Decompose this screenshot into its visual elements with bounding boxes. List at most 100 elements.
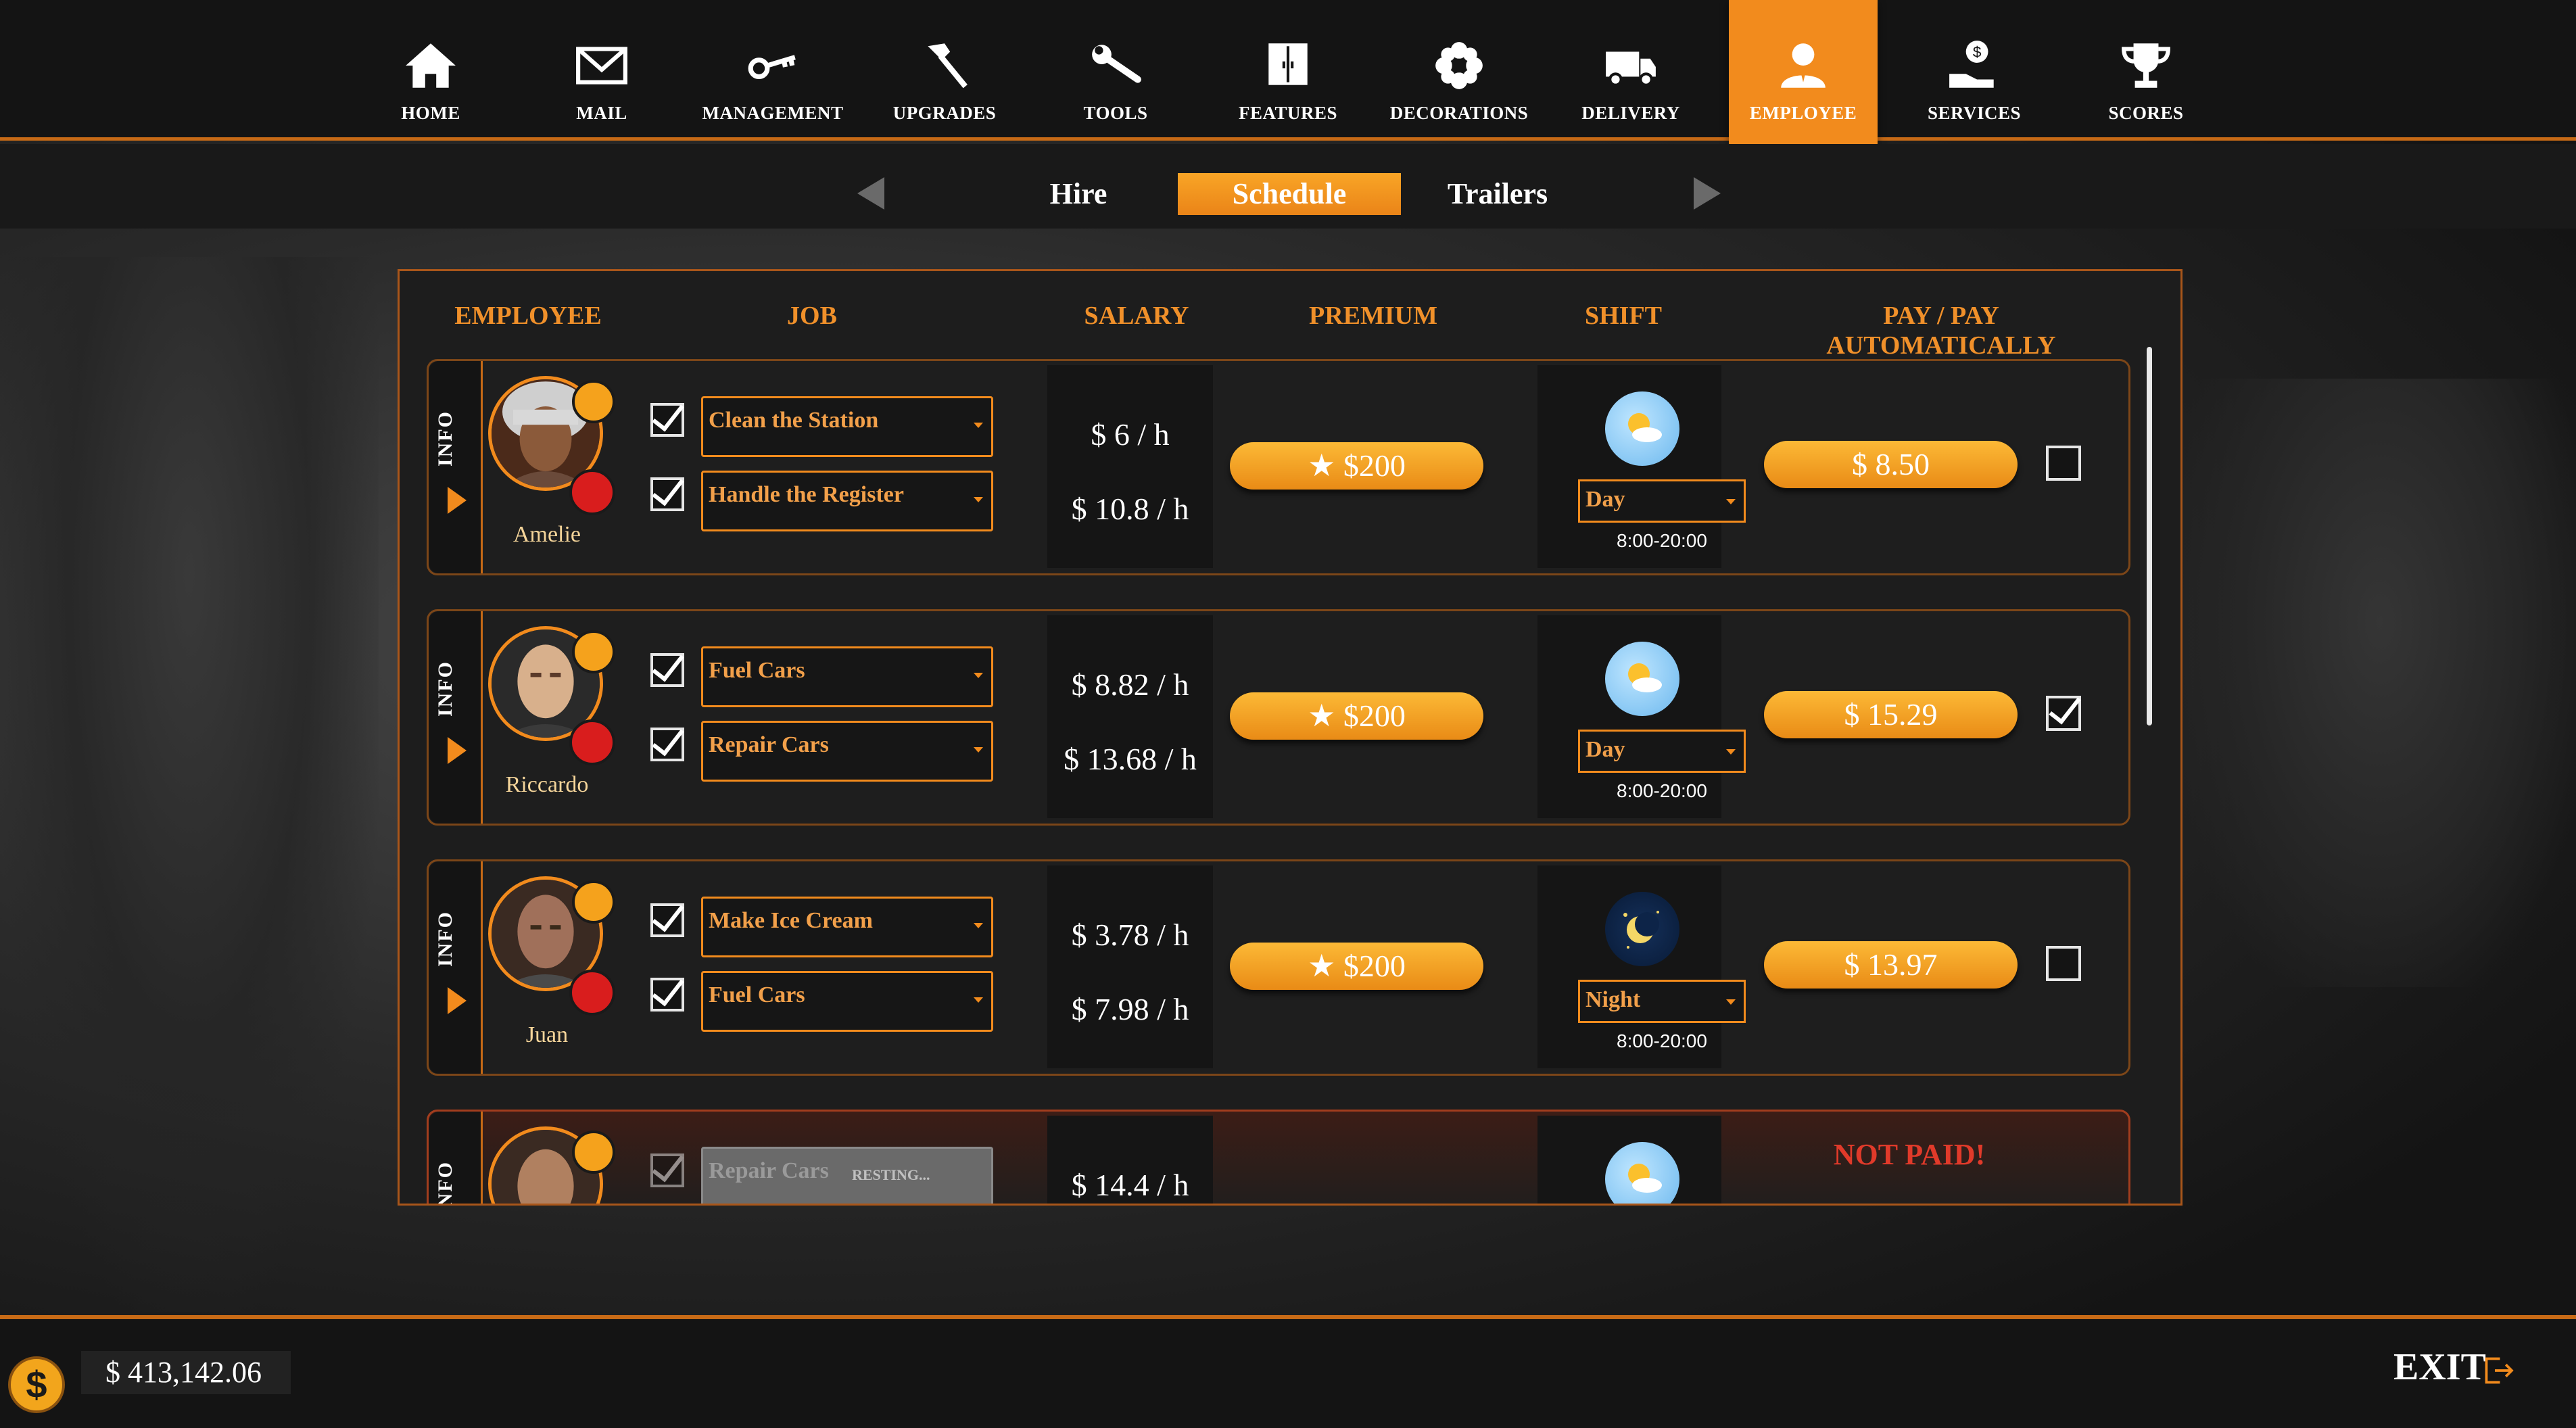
premium-button[interactable]: ★ $200 [1230,692,1483,740]
employee-icon [1781,43,1826,88]
job1-dropdown[interactable]: Repair Cars RESTING... [701,1147,993,1204]
pay-value: $ 13.97 [1844,947,1938,982]
swap-icon[interactable] [572,880,615,924]
salary-cell [1047,365,1213,568]
cabinet-icon [1268,43,1308,85]
salary-1: $ 3.78 / h [1071,918,1189,952]
tab-trailers[interactable]: Trailers [1447,173,1548,215]
job1-value: Make Ice Cream [709,908,873,933]
shift-hours: 8:00-20:00 [1617,780,1707,801]
shift-dropdown[interactable]: Day [1578,479,1746,523]
pay-value: $ 8.50 [1852,447,1930,481]
auto-pay-checkbox[interactable] [2046,696,2081,731]
scrollbar[interactable] [2147,347,2152,725]
nav-mail[interactable]: MAIL [527,0,676,141]
job1-dropdown[interactable]: Fuel Cars [701,646,993,707]
job1-dropdown[interactable]: Clean the Station [701,396,993,457]
job1-checkbox[interactable] [650,653,684,687]
chevron-down-icon [974,497,983,502]
not-paid-status: NOT PAID! [1833,1138,1986,1171]
money-balance: $ 413,142.06 [81,1351,291,1394]
truck-icon [1606,51,1656,87]
sun-cloud-icon [1605,642,1679,716]
nav-label: TOOLS [1083,103,1148,123]
job1-value: Repair Cars [709,1158,829,1183]
job2-dropdown[interactable]: Repair Cars [701,721,993,782]
job1-dropdown[interactable]: Make Ice Cream [701,897,993,957]
salary-2: $ 7.98 / h [1071,992,1189,1026]
fire-employee-icon[interactable] [569,719,615,765]
nav-scores[interactable]: SCORES [2072,0,2220,141]
nav-tools[interactable]: TOOLS [1041,0,1190,141]
nav-home[interactable]: HOME [356,0,505,141]
exit-icon[interactable] [2481,1354,2515,1387]
salary-1: $ 14.4 / h [1071,1168,1189,1202]
flower-icon [1435,42,1483,89]
pay-value: $ 15.29 [1844,697,1938,732]
job2-dropdown[interactable]: Handle the Register [701,471,993,531]
pay-button[interactable]: $ 15.29 [1764,691,2018,738]
job1-checkbox[interactable] [650,403,684,437]
chevron-down-icon [1726,999,1736,1005]
nav-employee[interactable]: EMPLOYEE [1729,0,1878,150]
job2-checkbox[interactable] [650,728,684,761]
fire-employee-icon[interactable] [569,970,615,1016]
shift-dropdown[interactable]: Day [1578,730,1746,773]
wrench-icon [1092,45,1141,83]
tab-prev-arrow-icon[interactable] [857,177,884,210]
background-character [0,257,379,1312]
nav-label: EMPLOYEE [1749,103,1857,123]
nav-management[interactable]: MANAGEMENT [698,0,847,141]
swap-icon[interactable] [572,380,615,423]
nav-services[interactable]: $ SERVICES [1900,0,2049,141]
auto-pay-checkbox[interactable] [2046,946,2081,981]
job2-checkbox[interactable] [650,978,684,1012]
tab-next-arrow-icon[interactable] [1694,177,1721,210]
swap-icon[interactable] [572,630,615,673]
column-header-pay: PAY / PAY AUTOMATICALLY [1826,302,2056,360]
nav-label: DECORATIONS [1389,103,1529,123]
swap-icon[interactable] [572,1130,615,1174]
sun-cloud-icon [1605,391,1679,466]
job2-value: Fuel Cars [709,982,805,1007]
nav-upgrades[interactable]: UPGRADES [870,0,1019,141]
chevron-down-icon [1726,499,1736,504]
info-tab[interactable]: INFO [429,1112,483,1206]
nav-decorations[interactable]: DECORATIONS [1385,0,1533,141]
tab-schedule[interactable]: Schedule [1178,173,1401,215]
pay-button[interactable]: $ 8.50 [1764,441,2018,488]
pay-button[interactable]: $ 13.97 [1764,941,2018,989]
sun-cloud-icon [1605,1142,1679,1204]
auto-pay-checkbox[interactable] [2046,446,2081,481]
nav-label: UPGRADES [892,103,997,123]
premium-button[interactable]: ★ $200 [1230,943,1483,990]
hammer-icon [928,43,968,89]
info-label: INFO [434,661,456,717]
job1-checkbox[interactable] [650,903,684,937]
chevron-down-icon [974,997,983,1003]
resting-status: RESTING... [852,1166,930,1183]
nav-label: SCORES [2108,103,2184,123]
chevron-down-icon [974,747,983,753]
dollar-coin-icon: $ [8,1356,65,1413]
employee-name: Riccardo [505,772,589,797]
shift-dropdown[interactable]: Night [1578,980,1746,1023]
nav-features[interactable]: FEATURES [1214,0,1362,141]
fire-employee-icon[interactable] [569,469,615,515]
hand-coin-icon: $ [1949,41,1994,88]
column-header-premium: PREMIUM [1309,302,1437,330]
tab-hire[interactable]: Hire [1028,173,1129,215]
employee-row: INFO Riccardo Fuel Cars Repair Cars $ 8.… [427,609,2130,826]
shift-value: Day [1585,737,1625,762]
premium-button[interactable]: ★ $200 [1230,442,1483,490]
trophy-icon [2122,43,2170,88]
info-label: INFO [434,1161,456,1206]
expand-arrow-icon [448,487,467,514]
employee-row: INFO Amelie Clean the Station Handle the… [427,359,2130,575]
job1-checkbox[interactable] [650,1153,684,1187]
job2-value: Repair Cars [709,732,829,757]
job2-dropdown[interactable]: Fuel Cars [701,971,993,1032]
nav-delivery[interactable]: DELIVERY [1556,0,1705,141]
job2-checkbox[interactable] [650,477,684,511]
exit-button[interactable]: EXIT [2393,1346,2486,1389]
